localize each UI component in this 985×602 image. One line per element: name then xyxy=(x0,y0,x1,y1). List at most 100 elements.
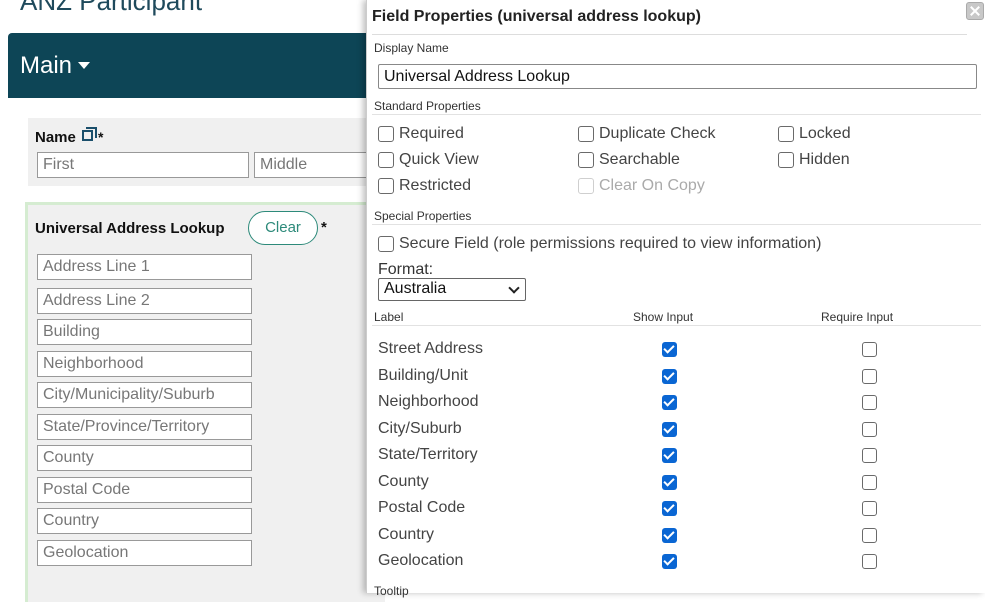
middle-name-input[interactable]: Middle xyxy=(254,152,374,178)
secure-field-checkbox[interactable]: Secure Field (role permissions required … xyxy=(378,235,821,253)
required-star: * xyxy=(98,129,104,145)
row-label: County xyxy=(378,472,429,490)
display-name-input[interactable]: Universal Address Lookup xyxy=(378,64,977,89)
main-menu-label: Main xyxy=(20,52,73,79)
main-menu-dropdown[interactable]: Main xyxy=(20,52,91,80)
address-input[interactable]: State/Province/Territory xyxy=(37,414,252,440)
standard-property-checkbox: Clear On Copy xyxy=(578,177,705,195)
require-input-checkbox[interactable] xyxy=(862,368,877,384)
table-row: State/Territory xyxy=(367,443,985,469)
show-input-checkbox[interactable] xyxy=(662,342,677,357)
divider xyxy=(372,224,981,225)
row-label: Neighborhood xyxy=(378,393,479,410)
require-input-checkbox[interactable] xyxy=(862,554,877,569)
show-input-checkbox[interactable] xyxy=(662,448,677,463)
caret-down-icon xyxy=(78,61,91,69)
checkbox xyxy=(578,178,594,194)
table-row: Neighborhood xyxy=(367,390,985,416)
main-menu-bar: Main xyxy=(8,33,380,98)
show-input-checkbox[interactable] xyxy=(662,368,677,384)
row-label: Street Address xyxy=(378,340,483,357)
divider xyxy=(372,325,981,326)
checkbox[interactable] xyxy=(778,126,794,142)
require-input-checkbox[interactable] xyxy=(862,474,877,490)
show-input-checkbox[interactable] xyxy=(662,554,677,569)
require-input-checkbox[interactable] xyxy=(862,395,877,410)
address-input[interactable]: Postal Code xyxy=(37,477,252,503)
format-select[interactable]: Australia xyxy=(378,278,526,301)
chevron-down-icon xyxy=(508,282,520,294)
row-label: Geolocation xyxy=(378,552,464,569)
require-input-checkbox[interactable] xyxy=(862,421,877,437)
show-input-checkbox[interactable] xyxy=(662,501,677,516)
checkbox[interactable] xyxy=(578,126,594,142)
required-star: * xyxy=(321,219,327,236)
display-name-label: Display Name xyxy=(374,41,449,55)
require-input-checkbox[interactable] xyxy=(862,448,877,463)
table-row: Country xyxy=(367,523,985,549)
row-label: Building/Unit xyxy=(378,366,468,384)
table-row: City/Suburb xyxy=(367,417,985,443)
row-label: State/Territory xyxy=(378,446,478,463)
column-header-label: Label xyxy=(374,310,404,324)
standard-property-checkbox[interactable]: Restricted xyxy=(378,177,471,195)
address-field-label: Universal Address Lookup xyxy=(35,220,225,237)
table-row: Street Address xyxy=(367,337,985,363)
standard-property-label: Quick View xyxy=(399,151,479,168)
address-input[interactable]: Building xyxy=(37,319,252,345)
format-select-value: Australia xyxy=(384,280,447,297)
require-input-checkbox[interactable] xyxy=(862,342,877,357)
address-input[interactable]: Geolocation xyxy=(37,540,252,566)
divider xyxy=(372,114,981,115)
clear-button[interactable]: Clear xyxy=(248,211,318,245)
dialog-title: Field Properties (universal address look… xyxy=(372,8,701,25)
divider xyxy=(372,34,967,35)
table-row: Postal Code xyxy=(367,496,985,522)
address-input[interactable]: Address Line 1 xyxy=(37,254,252,280)
standard-property-checkbox[interactable]: Searchable xyxy=(578,151,680,169)
standard-property-checkbox[interactable]: Hidden xyxy=(778,151,850,169)
show-input-checkbox[interactable] xyxy=(662,421,677,437)
require-input-checkbox[interactable] xyxy=(862,501,877,516)
standard-properties-label: Standard Properties xyxy=(374,99,481,113)
show-input-checkbox[interactable] xyxy=(662,527,677,543)
secure-field-label: Secure Field (role permissions required … xyxy=(399,235,822,252)
show-input-checkbox[interactable] xyxy=(662,474,677,490)
standard-property-label: Required xyxy=(399,125,464,142)
standard-property-checkbox[interactable]: Quick View xyxy=(378,151,479,169)
checkbox[interactable] xyxy=(578,152,594,168)
address-input[interactable]: City/Municipality/Suburb xyxy=(37,382,252,408)
standard-property-label: Hidden xyxy=(799,151,850,168)
checkbox[interactable] xyxy=(778,152,794,168)
checkbox[interactable] xyxy=(378,126,394,142)
standard-property-label: Duplicate Check xyxy=(599,125,716,142)
address-input[interactable]: Address Line 2 xyxy=(37,288,252,314)
require-input-checkbox[interactable] xyxy=(862,527,877,543)
standard-property-label: Locked xyxy=(799,125,851,142)
standard-property-label: Restricted xyxy=(399,177,472,194)
row-label: Postal Code xyxy=(378,499,466,516)
address-input[interactable]: Country xyxy=(37,508,252,534)
row-label: City/Suburb xyxy=(378,419,462,437)
address-input[interactable]: County xyxy=(37,445,252,471)
close-icon[interactable] xyxy=(966,2,984,20)
table-row: County xyxy=(367,470,985,496)
show-input-checkbox[interactable] xyxy=(662,395,677,410)
tooltip-label: Tooltip xyxy=(374,584,409,598)
checkbox[interactable] xyxy=(378,178,394,194)
table-row: Building/Unit xyxy=(367,364,985,390)
standard-property-checkbox[interactable]: Locked xyxy=(778,125,851,143)
standard-property-label: Clear On Copy xyxy=(599,177,705,194)
standard-property-checkbox[interactable]: Required xyxy=(378,125,464,143)
field-properties-dialog: Field Properties (universal address look… xyxy=(366,0,985,598)
row-label: Country xyxy=(378,525,435,543)
address-input[interactable]: Neighborhood xyxy=(37,351,252,377)
popout-icon[interactable] xyxy=(82,127,98,143)
first-name-input[interactable]: First xyxy=(37,152,249,178)
checkbox[interactable] xyxy=(378,236,394,252)
standard-property-checkbox[interactable]: Duplicate Check xyxy=(578,125,716,143)
name-field-label: Name * xyxy=(35,127,103,146)
page-title: ANZ Participant xyxy=(20,0,203,16)
checkbox[interactable] xyxy=(378,152,394,168)
table-row: Geolocation xyxy=(367,549,985,575)
